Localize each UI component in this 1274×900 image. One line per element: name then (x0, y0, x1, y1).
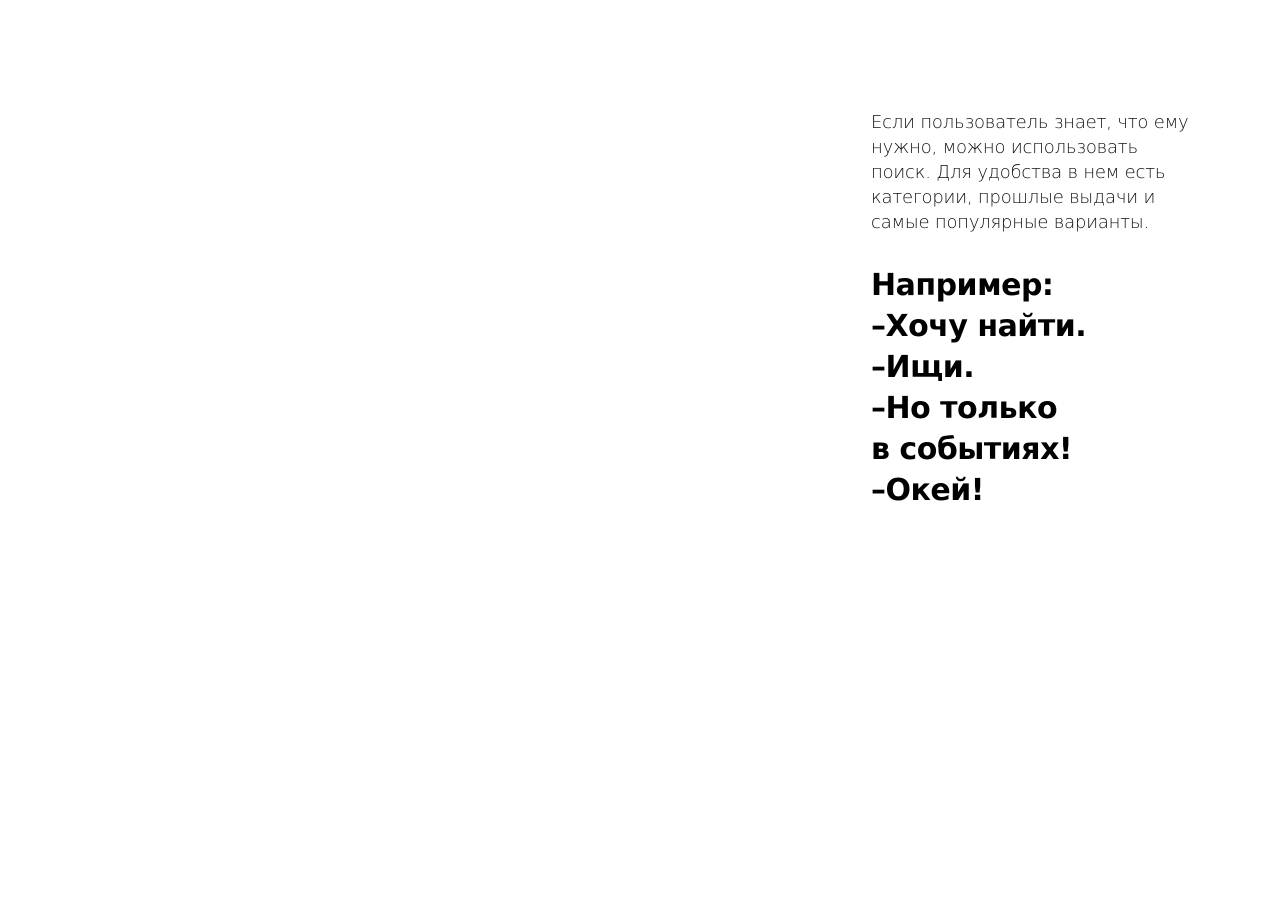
page-canvas: Если пользователь знает, что ему нужно, … (0, 0, 1274, 900)
example-line-4: в событиях! (871, 432, 1073, 467)
example-line-1: –Хочу найти. (871, 309, 1087, 344)
example-block: Например: –Хочу найти. –Ищи. –Но только … (871, 265, 1201, 511)
example-heading: Например: (871, 268, 1054, 303)
example-line-2: –Ищи. (871, 350, 975, 385)
example-line-5: –Окей! (871, 473, 984, 508)
description-paragraph: Если пользователь знает, что ему нужно, … (871, 112, 1189, 233)
example-line-3: –Но только (871, 391, 1058, 426)
text-column: Если пользователь знает, что ему нужно, … (871, 110, 1201, 511)
